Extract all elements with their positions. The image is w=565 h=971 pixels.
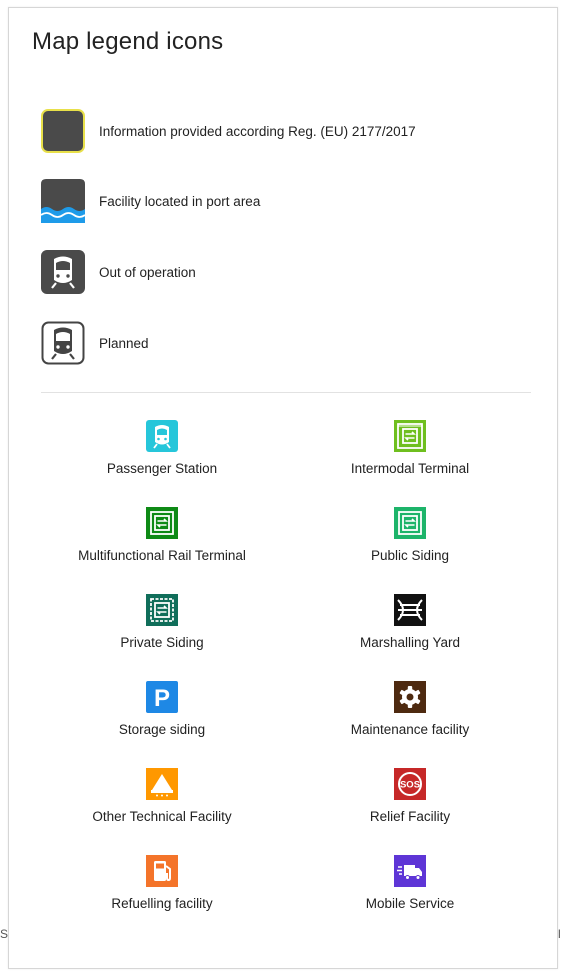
map-legend-panel: Map legend icons Information provided ac… xyxy=(8,7,558,969)
out-of-operation-train-icon xyxy=(41,250,85,294)
facility-label: Storage siding xyxy=(118,722,206,737)
facility-private-siding: Private Siding xyxy=(42,594,282,650)
facility-label: Private Siding xyxy=(120,635,204,650)
background-text-fragment: S xyxy=(0,927,9,941)
facility-label: Marshalling Yard xyxy=(359,635,461,650)
facility-label: Mobile Service xyxy=(365,896,455,911)
legend-label: Out of operation xyxy=(99,264,196,280)
facility-intermodal-terminal: Intermodal Terminal xyxy=(290,420,530,476)
private-siding-icon xyxy=(146,594,178,626)
facility-passenger-station: Passenger Station xyxy=(42,420,282,476)
facility-public-siding: Public Siding xyxy=(290,507,530,563)
facility-relief-facility: SOS Relief Facility xyxy=(290,768,530,824)
marshalling-yard-icon xyxy=(394,594,426,626)
facility-label: Public Siding xyxy=(370,548,450,563)
refuelling-facility-icon xyxy=(146,855,178,887)
facility-maintenance-facility: Maintenance facility xyxy=(290,681,530,737)
yellow-border-square-icon xyxy=(41,109,85,153)
relief-facility-sos-text: SOS xyxy=(400,780,420,791)
facility-marshalling-yard: Marshalling Yard xyxy=(290,594,530,650)
relief-facility-icon: SOS xyxy=(394,768,426,800)
facility-label: Refuelling facility xyxy=(111,896,213,911)
facility-label: Passenger Station xyxy=(106,461,218,476)
planned-train-icon xyxy=(41,321,85,365)
legend-row-port-area: Facility located in port area xyxy=(41,179,260,223)
legend-row-reg-info: Information provided according Reg. (EU)… xyxy=(41,109,416,153)
legend-label: Planned xyxy=(99,335,149,351)
mobile-service-icon xyxy=(394,855,426,887)
legend-row-planned: Planned xyxy=(41,321,149,365)
maintenance-facility-icon xyxy=(394,681,426,713)
panel-title: Map legend icons xyxy=(32,28,224,55)
storage-siding-icon: P xyxy=(146,681,178,713)
background-text-fragment: l xyxy=(558,927,561,941)
facility-multifunctional-rail-terminal: Multifunctional Rail Terminal xyxy=(42,507,282,563)
facility-label: Maintenance facility xyxy=(350,722,470,737)
facility-mobile-service: Mobile Service xyxy=(290,855,530,911)
facility-label: Other Technical Facility xyxy=(92,809,232,824)
multifunctional-rail-terminal-icon xyxy=(146,507,178,539)
intermodal-terminal-icon xyxy=(394,420,426,452)
legend-label: Information provided according Reg. (EU)… xyxy=(99,123,416,139)
legend-row-out-of-operation: Out of operation xyxy=(41,250,196,294)
facility-other-technical-facility: Other Technical Facility xyxy=(42,768,282,824)
legend-label: Facility located in port area xyxy=(99,193,261,209)
facility-label: Relief Facility xyxy=(369,809,451,824)
port-area-water-icon xyxy=(41,179,85,223)
facility-label: Multifunctional Rail Terminal xyxy=(78,548,246,563)
passenger-station-icon xyxy=(146,420,178,452)
facility-refuelling-facility: Refuelling facility xyxy=(42,855,282,911)
other-technical-facility-icon xyxy=(146,768,178,800)
facility-label: Intermodal Terminal xyxy=(350,461,470,476)
public-siding-icon xyxy=(394,507,426,539)
storage-siding-letter: P xyxy=(154,685,170,712)
divider xyxy=(41,392,531,393)
facility-storage-siding: P Storage siding xyxy=(42,681,282,737)
